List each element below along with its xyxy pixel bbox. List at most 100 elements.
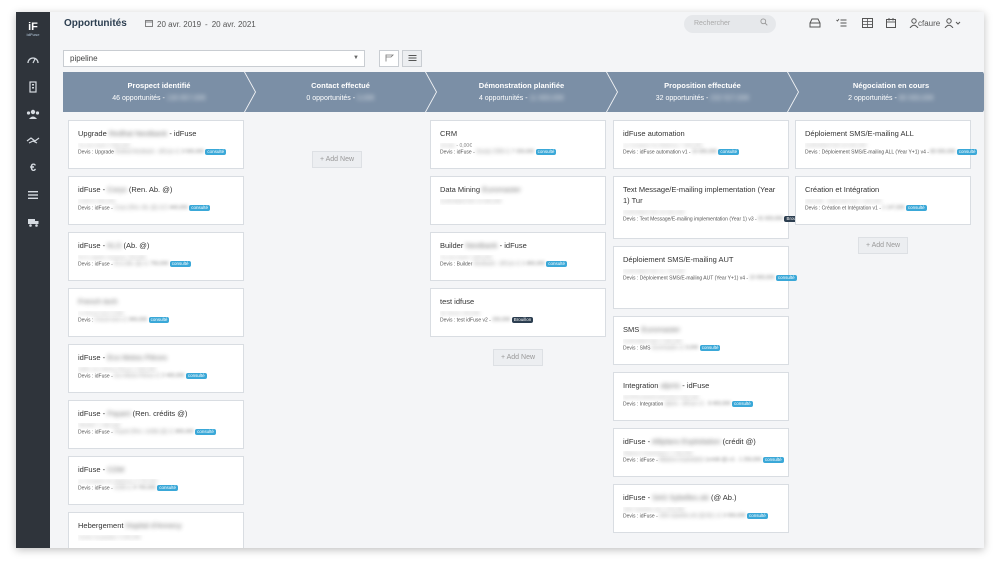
quote-name: French tech v1 — [94, 317, 128, 324]
card-title: Integration alpnis - idFuse — [623, 380, 779, 391]
search-icon[interactable] — [760, 18, 768, 28]
handshake-icon[interactable] — [25, 133, 41, 149]
opportunity-card[interactable]: idFuse automation Le Comptoir Du Mattres… — [613, 120, 789, 169]
app-logo[interactable]: iF idFuse — [24, 18, 42, 37]
title-suffix: - idFuse — [499, 241, 527, 250]
status-badge: consulté — [157, 485, 178, 491]
opportunity-card[interactable]: Text Message/E-mailing implementation (Y… — [613, 176, 806, 239]
opportunity-card[interactable]: Déploiement SMS/E-mailing ALL EUROMASTER… — [795, 120, 978, 169]
opportunity-card[interactable]: SMS Euromaster EUROMASTER 2 000,00€ Devis… — [613, 316, 789, 365]
quote-amount: 80 000,00€ — [930, 149, 956, 156]
title-company: Euromaster — [482, 185, 521, 194]
client-amount: ADZOM - INNOVATION 1 000,00€ — [805, 199, 882, 205]
opportunity-card[interactable]: Déploiement SMS/E-mailing AUT EUROMASTER… — [613, 246, 797, 309]
quote-amount: 41 600,00€ — [758, 216, 784, 223]
title-text: Hebergement — [78, 521, 124, 530]
quote-name: SAS Sybelles.ski (@ Ab.) v1 — [659, 513, 723, 520]
stage-negociation[interactable]: Négociation en cours 2 opportunités - 80… — [788, 72, 984, 112]
contacts-icon[interactable] — [25, 106, 41, 122]
title-suffix: (Ren. crédits @) — [132, 409, 188, 418]
funnel-view-button[interactable] — [379, 50, 399, 67]
quote-amount: 990,00€ — [129, 317, 148, 324]
quote-label: Devis : Upgrade — [78, 149, 114, 156]
card-title: idFuse - Corys (Ren. Ab. @) — [78, 184, 234, 195]
quote-line: Devis : Déploiement SMS/E-mailing AUT (Y… — [623, 275, 797, 282]
opportunity-card[interactable]: idFuse - SAS Sybelles.ski (@ Ab.) SAS Syb… — [613, 484, 789, 533]
euro-icon[interactable]: € — [25, 160, 41, 176]
status-badge: consulté — [762, 457, 784, 463]
client-amount: Le Comptoir Du Mattress 7 000,00€ — [623, 143, 703, 149]
title-company: Eco Motos Pièces — [107, 353, 168, 362]
stage-demonstration[interactable]: Démonstration planifiée 4 opportunités -… — [426, 72, 617, 112]
title-company: Payant — [107, 409, 131, 418]
opportunity-card[interactable]: Data Mining Euromaster EUROMASTER 10 000… — [430, 176, 606, 225]
status-badge: consulté — [535, 149, 557, 155]
opportunity-card[interactable]: idFuse - Corys (Ren. Ab. @) CORYS 440,00€… — [68, 176, 244, 225]
stage-count: 32 opportunités - 232 527,00€ — [655, 95, 750, 102]
status-badge: Brouillon — [511, 317, 534, 323]
dashboard-icon[interactable] — [25, 52, 41, 68]
tasks-icon[interactable] — [835, 17, 847, 29]
opportunity-card[interactable]: idFuse - Payant (Ren. crédits @) PAYANT 1… — [68, 400, 244, 449]
stage-proposition[interactable]: Proposition effectuée 32 opportunités - … — [607, 72, 798, 112]
opportunity-card[interactable]: Builder Neotbank - idFuse Ca neo bank 1 8… — [430, 232, 606, 281]
date-to: 20 avr. 2021 — [211, 19, 256, 29]
opportunity-card[interactable]: Création et Intégration ADZOM - INNOVATI… — [795, 176, 971, 225]
quote-amount: 1 147,00€ — [882, 205, 905, 212]
card-title: idFuse - Eco Motos Pièces — [78, 352, 234, 363]
quote-label: Devis : idFuse - — [440, 149, 475, 156]
card-title: idFuse - Alliplans Exploitation (crédit … — [623, 436, 779, 447]
search-input[interactable]: Rechercher — [684, 15, 776, 33]
title-company: Neotbank — [465, 241, 498, 250]
opportunity-card[interactable]: idFuse - Alliplans Exploitation (crédit … — [613, 428, 789, 477]
list-icon[interactable] — [25, 187, 41, 203]
opportunity-card[interactable]: Integration alpnis - idFuse ALPPIS ASSOCI… — [613, 372, 789, 421]
quote-label: Devis : idFuse - — [78, 485, 113, 492]
add-new-button[interactable]: + Add New — [858, 237, 908, 254]
title-text: idFuse - — [78, 409, 106, 418]
stage-count: 4 opportunités - 11 600,00€ — [478, 95, 565, 102]
quote-line: Devis : Builder Neotbank - idFuse v1 1 8… — [440, 261, 596, 268]
pipeline-select[interactable]: pipeline ▼ — [63, 50, 365, 67]
title-text: idFuse - — [78, 185, 106, 194]
calendar-icon[interactable] — [885, 17, 897, 29]
quote-amount: 0,00€ — [685, 345, 699, 352]
stage-count: 2 opportunités - 80 000,00€ — [848, 95, 934, 102]
opportunity-card[interactable]: Upgrade Redhat Neotbank - idFuse Ca neo b… — [68, 120, 244, 169]
stage-contact[interactable]: Contact effectué 0 opportunités - 0,00€ — [245, 72, 436, 112]
card-title: Création et Intégration — [805, 184, 961, 195]
opportunity-card[interactable]: Hebergement Hopital d'Annecy Centre hosp… — [68, 512, 244, 548]
user-name[interactable]: cfaure — [918, 19, 940, 28]
opportunity-card[interactable]: French tech La french tech 0,00€ Devis : … — [68, 288, 244, 337]
inbox-icon[interactable] — [809, 17, 821, 29]
grid-icon[interactable] — [861, 17, 873, 29]
card-title: Builder Neotbank - idFuse — [440, 240, 596, 251]
user-menu-icon[interactable] — [943, 17, 963, 29]
opportunity-card[interactable]: idFuse - CDM Le Comptoir Du Mattress 9 7… — [68, 456, 244, 505]
quote-line: Devis : French tech v1 990,00€ consulté — [78, 317, 234, 324]
list-view-button[interactable] — [402, 50, 422, 67]
title-text: Builder — [440, 241, 464, 250]
quote-label: Devis : Builder — [440, 261, 473, 268]
pipeline-value: pipeline — [70, 54, 98, 63]
opportunity-card[interactable]: idFuse - KLS (Ab. @) KLS Logistic Systems… — [68, 232, 244, 281]
opportunity-card[interactable]: idFuse - Eco Motos Pièces SARL Eco Motos… — [68, 344, 244, 393]
opportunity-card[interactable]: test idfuse Sk Street 100,00€ Devis : tes… — [430, 288, 606, 337]
quote-label: Devis : Text Message/E-mailing implement… — [623, 216, 757, 223]
title-suffix: - idFuse — [169, 129, 197, 138]
opportunity-card[interactable]: CRM Sesaly - 0,00€ Devis : idFuse - Sesal… — [430, 120, 606, 169]
title-company: SAS Sybelles.ski — [652, 493, 709, 502]
status-badge: consulté — [169, 261, 191, 267]
pipeline-stages: Prospect identifié 46 opportunités - 130… — [63, 72, 984, 112]
status-badge: consulté — [546, 261, 567, 267]
status-badge: consulté — [747, 513, 768, 519]
date-range-picker[interactable]: 20 avr. 2019 - 20 avr. 2021 — [145, 19, 256, 29]
add-new-button[interactable]: + Add New — [312, 151, 362, 168]
truck-icon[interactable] — [25, 214, 41, 230]
add-new-button[interactable]: + Add New — [493, 349, 543, 366]
column-demonstration: CRM Sesaly - 0,00€ Devis : idFuse - Sesal… — [430, 120, 606, 366]
stage-name: Contact effectué — [311, 81, 370, 90]
page-title: Opportunités — [64, 18, 127, 29]
stage-prospect[interactable]: Prospect identifié 46 opportunités - 130… — [63, 72, 255, 112]
building-icon[interactable] — [25, 79, 41, 95]
